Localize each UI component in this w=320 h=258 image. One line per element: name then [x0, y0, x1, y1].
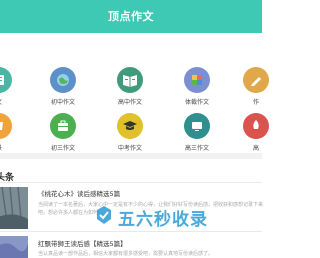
category-item-6[interactable]: 景: [0, 113, 29, 152]
header-bar: 顶点作文: [0, 0, 262, 33]
watermark-text: 五六秒收录: [118, 210, 208, 230]
category-item-9[interactable]: 高三作文: [167, 113, 227, 152]
article-item[interactable]: 红飘带狮王读后感【精选5篇】 当认真品读一部作品后，相信大家都有很多感受吧，需要…: [0, 232, 262, 258]
article-title[interactable]: 《桃花心木》读后感精选5篇: [38, 188, 120, 198]
category-label: 文: [0, 97, 29, 106]
category-item-2[interactable]: 初中作文: [33, 67, 93, 106]
category-item-5[interactable]: 作: [226, 67, 286, 106]
category-label: 高三作文: [184, 145, 209, 152]
article-excerpt: 当认真品读一部作品后，相信大家都有很多感受吧，需要认真地写份读后感了。: [38, 251, 214, 257]
category-item-7[interactable]: 初三作文: [33, 113, 93, 152]
rocket-icon: [243, 113, 269, 139]
category-label: 初三作文: [50, 145, 75, 152]
category-label: 高中作文: [117, 99, 142, 106]
screen-icon: [184, 113, 210, 139]
category-label: 初中作文: [50, 99, 75, 106]
article-thumbnail: [0, 236, 28, 258]
article-title[interactable]: 红飘带狮王读后感【精选5篇】: [38, 238, 127, 248]
category-label: 高: [252, 145, 259, 152]
section-divider: [0, 153, 262, 159]
globe-icon: [50, 67, 76, 93]
category-label: 中考作文: [117, 145, 142, 152]
category-item-1[interactable]: 文: [0, 67, 29, 106]
bag-icon: [50, 113, 76, 139]
category-label: 体裁作文: [184, 99, 209, 106]
watermark-logo-icon: [94, 205, 114, 225]
category-item-4[interactable]: 体裁作文: [167, 67, 227, 106]
pencil-icon: [243, 67, 269, 93]
category-item-8[interactable]: 中考作文: [100, 113, 160, 152]
category-label: 景: [0, 143, 29, 152]
category-item-10[interactable]: 高: [226, 113, 286, 152]
cup-icon: [0, 113, 12, 139]
page-title: 顶点作文: [108, 10, 154, 23]
open-book-icon: [117, 67, 143, 93]
category-item-3[interactable]: 高中作文: [100, 67, 160, 106]
category-label: 作: [252, 99, 259, 106]
book-icon: [0, 67, 12, 93]
puzzle-icon: [184, 67, 210, 93]
grad-cap-icon: [117, 113, 143, 139]
